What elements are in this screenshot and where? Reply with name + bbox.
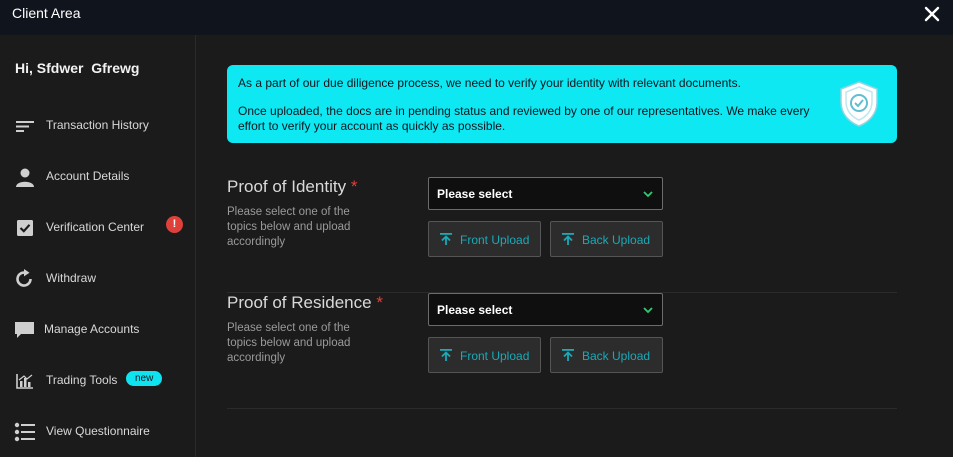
bullet-list-icon bbox=[14, 422, 35, 442]
sidebar-item-transaction-history[interactable]: Transaction History bbox=[0, 106, 196, 146]
sidebar-item-label: Verification Center bbox=[46, 220, 145, 234]
sidebar-item-manage-accounts[interactable]: Manage Accounts bbox=[0, 310, 196, 350]
user-icon bbox=[16, 168, 34, 187]
chevron-down-icon bbox=[643, 307, 653, 314]
required-mark: * bbox=[376, 293, 383, 312]
front-upload-button[interactable]: Front Upload bbox=[428, 337, 541, 373]
checkbox-icon bbox=[17, 220, 33, 236]
shield-check-icon bbox=[840, 81, 878, 127]
sidebar-item-label: Manage Accounts bbox=[44, 322, 140, 336]
sidebar-item-withdraw[interactable]: Withdraw bbox=[0, 259, 196, 299]
chevron-down-icon bbox=[643, 191, 653, 198]
user-greeting: Hi, Sfdwer Gfrewg bbox=[15, 60, 140, 76]
list-lines-icon bbox=[16, 121, 34, 132]
refresh-arrow-icon bbox=[16, 269, 32, 287]
front-upload-label: Front Upload bbox=[460, 233, 530, 247]
info-text-line2: Once uploaded, the docs are in pending s… bbox=[238, 104, 810, 133]
back-upload-label: Back Upload bbox=[582, 349, 651, 363]
sidebar: Hi, Sfdwer Gfrewg Transaction History Ac… bbox=[0, 35, 196, 457]
upload-icon bbox=[562, 349, 574, 361]
residence-document-select[interactable]: Please select bbox=[428, 293, 663, 326]
sidebar-item-view-questionnaire[interactable]: View Questionnaire bbox=[0, 412, 196, 452]
section-title: Proof of Residence * bbox=[227, 293, 383, 313]
section-title-text: Proof of Identity bbox=[227, 177, 347, 196]
front-upload-label: Front Upload bbox=[460, 349, 530, 363]
section-title-text: Proof of Residence bbox=[227, 293, 372, 312]
new-badge: new bbox=[126, 371, 163, 386]
front-upload-button[interactable]: Front Upload bbox=[428, 221, 541, 257]
sidebar-item-label: Account Details bbox=[46, 169, 130, 183]
required-mark: * bbox=[350, 177, 358, 196]
upload-icon bbox=[562, 233, 574, 245]
section-description: Please select one of the topics below an… bbox=[227, 206, 351, 248]
sidebar-item-account-details[interactable]: Account Details bbox=[0, 157, 196, 197]
back-upload-button[interactable]: Back Upload bbox=[550, 337, 663, 373]
identity-document-select[interactable]: Please select bbox=[428, 177, 663, 210]
select-value: Please select bbox=[437, 303, 513, 317]
back-upload-label: Back Upload bbox=[582, 233, 651, 247]
bar-chart-icon bbox=[16, 374, 33, 389]
title-bar: Client Area bbox=[0, 0, 953, 35]
select-value: Please select bbox=[437, 187, 513, 201]
upload-icon bbox=[440, 233, 452, 245]
section-description: Please select one of the topics below an… bbox=[227, 322, 351, 364]
upload-icon bbox=[440, 349, 452, 361]
sidebar-item-verification-center[interactable]: Verification Center ! bbox=[0, 208, 196, 248]
section-title: Proof of Identity * bbox=[227, 177, 357, 197]
sidebar-item-label: Withdraw bbox=[46, 271, 97, 285]
close-icon[interactable] bbox=[923, 5, 941, 23]
chat-bubble-icon bbox=[15, 322, 34, 338]
back-upload-button[interactable]: Back Upload bbox=[550, 221, 663, 257]
proof-of-identity-section: Proof of Identity * Please select one of… bbox=[227, 177, 897, 293]
alert-badge: ! bbox=[166, 216, 183, 233]
sidebar-item-label: Transaction History bbox=[46, 118, 149, 132]
window-title: Client Area bbox=[12, 5, 81, 21]
info-text-line1: As a part of our due diligence process, … bbox=[238, 76, 741, 90]
info-banner: As a part of our due diligence process, … bbox=[227, 65, 897, 143]
sidebar-item-trading-tools[interactable]: Trading Tools new bbox=[0, 361, 196, 401]
sidebar-item-label: View Questionnaire bbox=[46, 424, 150, 438]
verification-panel: As a part of our due diligence process, … bbox=[197, 35, 953, 457]
sidebar-item-label: Trading Tools bbox=[46, 373, 118, 387]
proof-of-residence-section: Proof of Residence * Please select one o… bbox=[227, 293, 897, 409]
